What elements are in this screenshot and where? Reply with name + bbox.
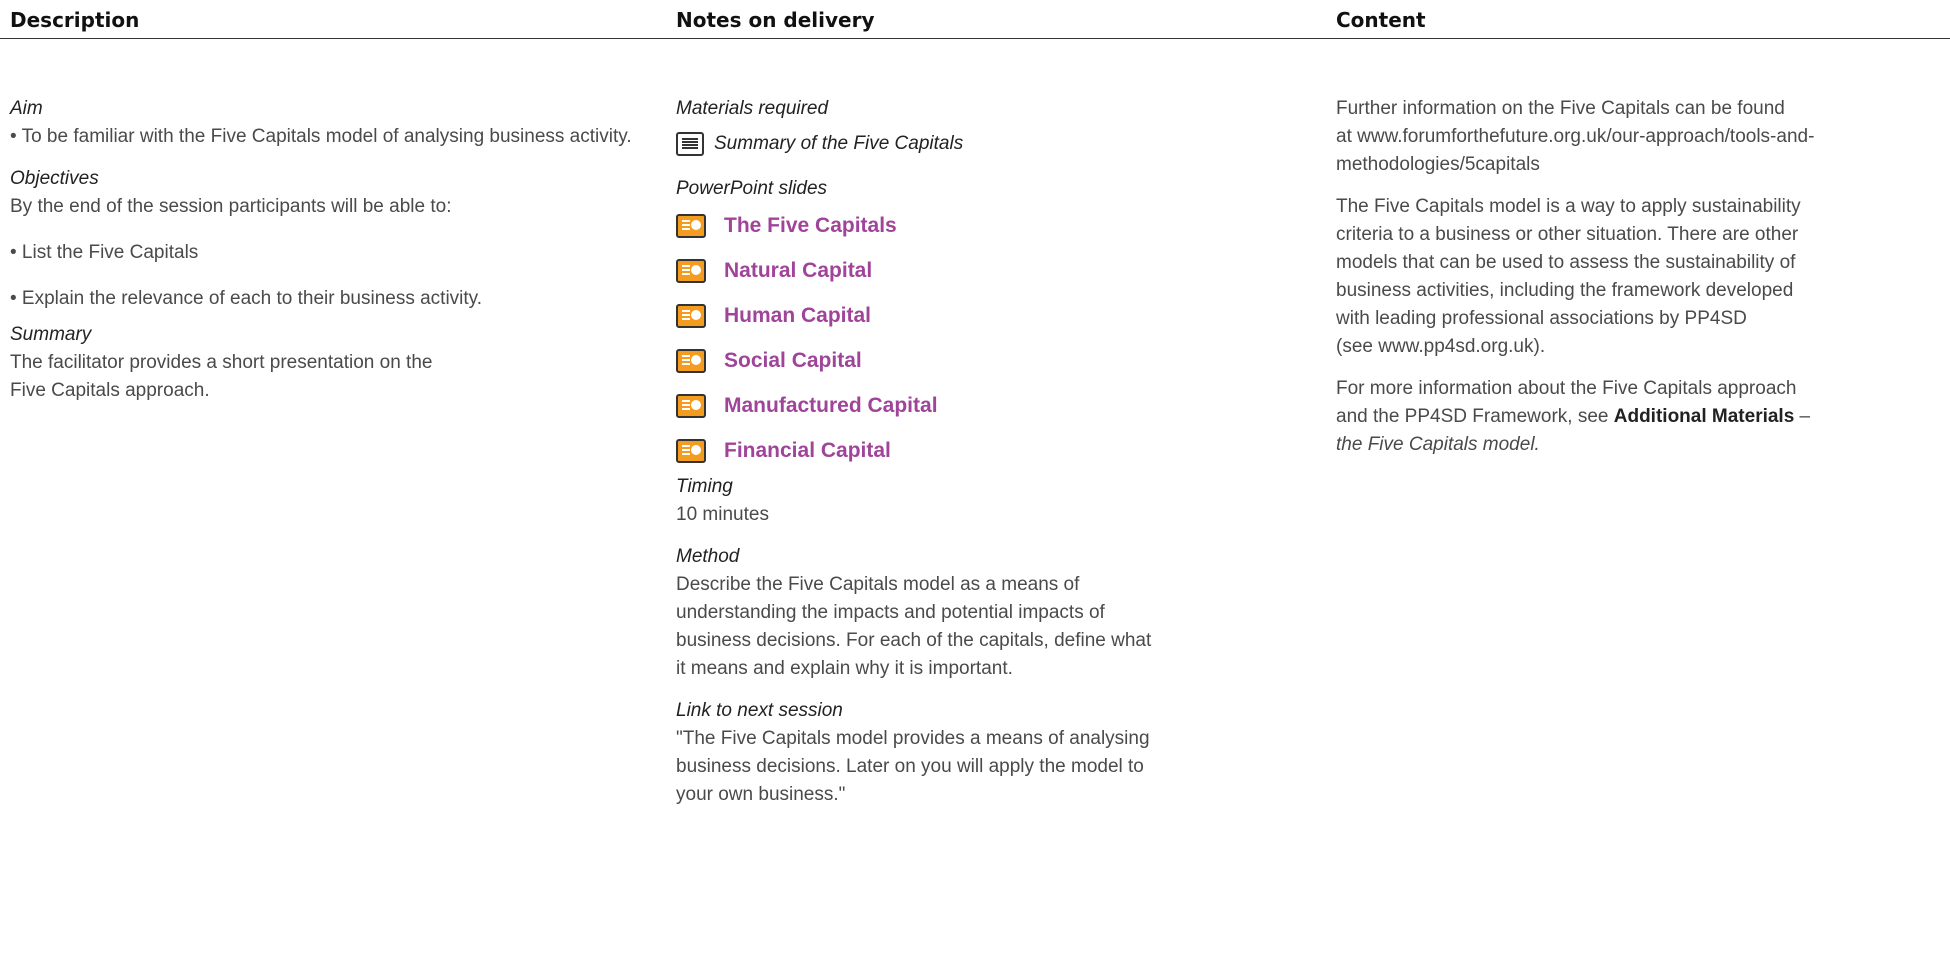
slides-label: PowerPoint slides	[676, 178, 828, 199]
summary-line: The facilitator provides a short present…	[10, 352, 433, 373]
content-p2-line: (see www.pp4sd.org.uk).	[1336, 336, 1546, 357]
objectives-intro: By the end of the session participants w…	[10, 196, 452, 217]
aim-bullet: • To be familiar with the Five Capitals …	[10, 126, 632, 147]
link-line: "The Five Capitals model provides a mean…	[676, 728, 1150, 749]
timing-value: 10 minutes	[676, 504, 769, 525]
header-divider	[0, 38, 1950, 39]
content-p2-line: The Five Capitals model is a way to appl…	[1336, 196, 1801, 217]
slide-link-natural-capital[interactable]: Natural Capital	[676, 248, 1316, 293]
objective-item: • List the Five Capitals	[10, 242, 199, 263]
column-header-description: Description	[10, 8, 140, 32]
summary-line: Five Capitals approach.	[10, 380, 210, 401]
slide-link-human-capital[interactable]: Human Capital	[676, 293, 1316, 338]
material-item: Summary of the Five Capitals	[676, 127, 1316, 161]
slide-link-five-capitals[interactable]: The Five Capitals	[676, 203, 1316, 248]
powerpoint-icon	[676, 438, 706, 463]
additional-materials-ref: Additional Materials	[1613, 406, 1795, 427]
content-p2-line: models that can be used to assess the su…	[1336, 252, 1796, 273]
summary-label: Summary	[10, 324, 92, 345]
powerpoint-icon	[676, 213, 706, 238]
slide-link-label[interactable]: Natural Capital	[724, 259, 872, 283]
materials-label: Materials required	[676, 98, 829, 119]
content-p2-line: with leading professional associations b…	[1336, 308, 1747, 329]
content-column: Further information on the Five Capitals…	[1336, 95, 1950, 459]
powerpoint-icon	[676, 348, 706, 373]
method-line: Describe the Five Capitals model as a me…	[676, 574, 1080, 595]
content-p1-line: at www.forumforthefuture.org.uk/our-appr…	[1336, 126, 1815, 147]
slide-link-label[interactable]: Social Capital	[724, 349, 862, 373]
slide-link-financial-capital[interactable]: Financial Capital	[676, 428, 1316, 473]
slide-link-social-capital[interactable]: Social Capital	[676, 338, 1316, 383]
link-line: your own business."	[676, 784, 846, 805]
slide-link-label[interactable]: Manufactured Capital	[724, 394, 938, 418]
column-header-notes: Notes on delivery	[676, 8, 875, 32]
content-p2-line: business activities, including the frame…	[1336, 280, 1794, 301]
content-p3-text: and the PP4SD Framework, see	[1336, 406, 1614, 427]
timing-label: Timing	[676, 476, 733, 497]
powerpoint-icon	[676, 303, 706, 328]
notes-column: Materials required Summary of the Five C…	[676, 95, 1316, 809]
content-p2-line: criteria to a business or other situatio…	[1336, 224, 1799, 245]
link-line: business decisions. Later on you will ap…	[676, 756, 1144, 777]
content-p3-line: For more information about the Five Capi…	[1336, 378, 1797, 399]
content-p3-line: and the PP4SD Framework, see Additional …	[1336, 403, 1950, 431]
method-line: business decisions. For each of the capi…	[676, 630, 1152, 651]
aim-label: Aim	[10, 98, 43, 119]
link-label: Link to next session	[676, 700, 843, 721]
objective-item: • Explain the relevance of each to their…	[10, 288, 483, 309]
content-p1-line: methodologies/5capitals	[1336, 154, 1540, 175]
objectives-label: Objectives	[10, 168, 99, 189]
slide-link-manufactured-capital[interactable]: Manufactured Capital	[676, 383, 1316, 428]
powerpoint-icon	[676, 258, 706, 283]
description-column: Aim • To be familiar with the Five Capit…	[10, 95, 650, 405]
powerpoint-icon	[676, 393, 706, 418]
slide-link-label[interactable]: Financial Capital	[724, 439, 891, 463]
document-icon	[676, 132, 704, 156]
slide-link-label[interactable]: The Five Capitals	[724, 214, 897, 238]
content-p3-dash: –	[1794, 406, 1811, 427]
material-item-label: Summary of the Five Capitals	[714, 133, 964, 154]
method-line: it means and explain why it is important…	[676, 658, 1013, 679]
column-header-content: Content	[1336, 8, 1426, 32]
slide-link-label[interactable]: Human Capital	[724, 304, 871, 328]
content-p1-line: Further information on the Five Capitals…	[1336, 98, 1785, 119]
method-label: Method	[676, 546, 740, 567]
method-line: understanding the impacts and potential …	[676, 602, 1105, 623]
content-p3-italic: the Five Capitals model.	[1336, 434, 1540, 455]
